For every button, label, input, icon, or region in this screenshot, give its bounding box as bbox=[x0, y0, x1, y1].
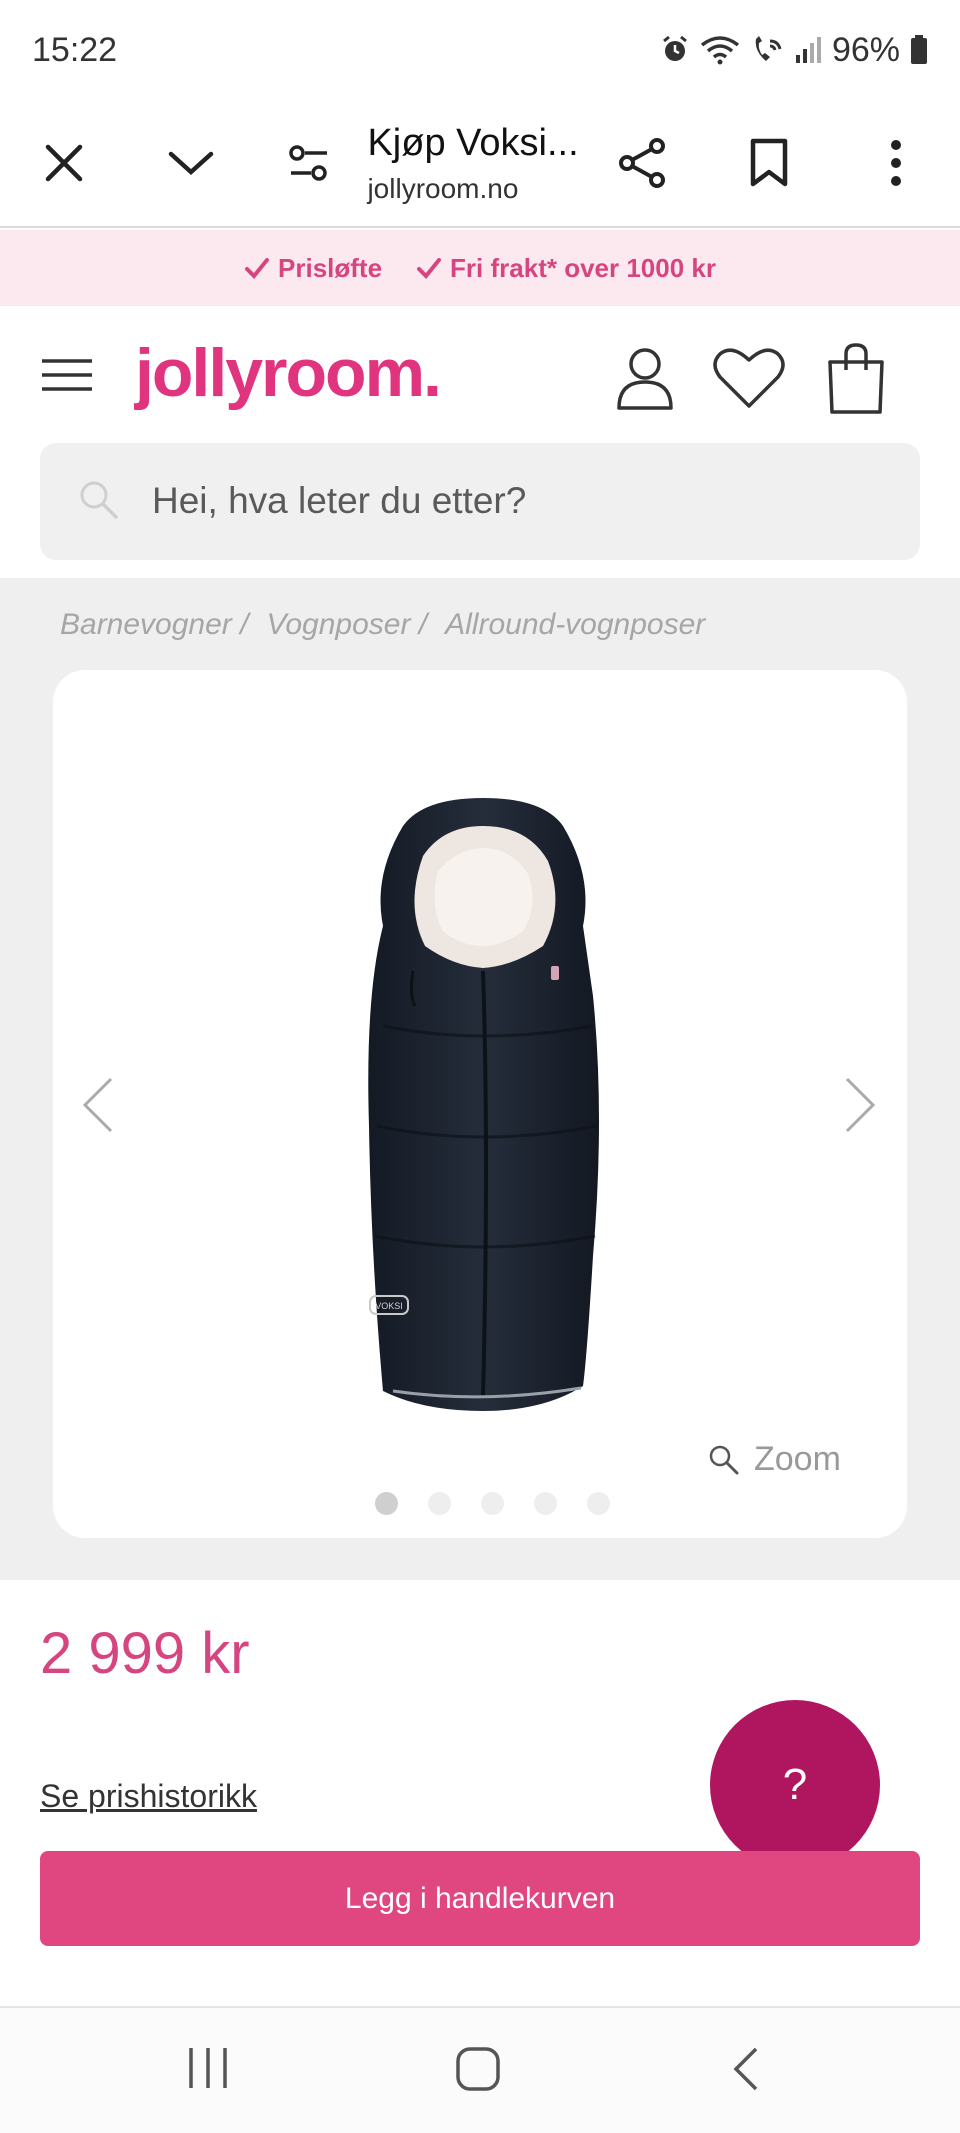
magnifier-icon bbox=[709, 1445, 739, 1474]
account-button[interactable] bbox=[615, 346, 675, 415]
url-display[interactable]: Kjøp Voksi... jollyroom.no bbox=[363, 122, 578, 205]
close-tab-button[interactable] bbox=[0, 99, 127, 227]
alarm-icon bbox=[660, 35, 690, 65]
more-vertical-icon bbox=[891, 140, 902, 186]
promo-price-promise: Prisløfte bbox=[278, 252, 383, 283]
recent-apps-icon bbox=[189, 2048, 227, 2088]
share-button[interactable] bbox=[579, 99, 706, 227]
system-navigation-bar bbox=[0, 2006, 960, 2133]
site-header: jollyroom. bbox=[0, 306, 960, 442]
next-image-button[interactable] bbox=[843, 1075, 879, 1140]
search-input[interactable] bbox=[152, 473, 852, 529]
search-icon bbox=[80, 481, 118, 519]
price-history-link[interactable]: Se prishistorikk bbox=[40, 1778, 257, 1815]
product-image[interactable]: VOKSI bbox=[343, 796, 623, 1416]
minimize-button[interactable] bbox=[127, 99, 254, 227]
previous-image-button[interactable] bbox=[79, 1075, 115, 1140]
status-time: 15:22 bbox=[32, 30, 118, 69]
check-icon bbox=[245, 258, 270, 279]
home-button[interactable] bbox=[455, 2046, 501, 2097]
breadcrumb-link[interactable]: Vognposer / bbox=[266, 608, 427, 642]
promo-item: Fri frakt* over 1000 kr bbox=[416, 253, 716, 284]
breadcrumb-link[interactable]: Barnevogner / bbox=[60, 608, 248, 642]
home-icon bbox=[456, 2047, 500, 2091]
heart-icon bbox=[713, 348, 785, 408]
zoom-button[interactable]: Zoom bbox=[708, 1440, 841, 1479]
page-domain: jollyroom.no bbox=[367, 172, 519, 204]
check-icon bbox=[417, 258, 442, 279]
pagination-dot[interactable] bbox=[534, 1492, 557, 1515]
chevron-right-icon bbox=[845, 1077, 876, 1133]
add-to-cart-button[interactable]: Legg i handlekurven bbox=[40, 1851, 920, 1946]
user-icon bbox=[617, 348, 673, 410]
search-bar bbox=[40, 443, 920, 560]
image-gallery: VOKSI Zoom bbox=[53, 670, 907, 1538]
promo-bar: Prisløfte Fri frakt* over 1000 kr bbox=[0, 230, 960, 306]
site-logo[interactable]: jollyroom. bbox=[135, 334, 442, 412]
pagination-dot-active[interactable] bbox=[375, 1492, 398, 1515]
pagination-dot[interactable] bbox=[587, 1492, 610, 1515]
site-settings-button[interactable] bbox=[254, 99, 363, 227]
browser-toolbar: Kjøp Voksi... jollyroom.no bbox=[0, 100, 960, 228]
breadcrumb: Barnevogner / Vognposer / Allround-vognp… bbox=[60, 608, 705, 642]
status-icons: 96% bbox=[660, 31, 928, 70]
promo-free-shipping: Fri frakt* over 1000 kr bbox=[450, 252, 716, 283]
recent-apps-button[interactable] bbox=[185, 2046, 231, 2095]
cart-button[interactable] bbox=[826, 342, 886, 419]
wifi-icon bbox=[700, 35, 740, 65]
bookmark-button[interactable] bbox=[706, 99, 833, 227]
shopping-bag-icon bbox=[828, 343, 884, 414]
share-icon bbox=[619, 138, 666, 188]
zoom-label: Zoom bbox=[754, 1440, 841, 1478]
product-price: 2 999 kr bbox=[40, 1621, 250, 1686]
status-bar: 15:22 96% bbox=[0, 0, 960, 100]
promo-item: Prisløfte bbox=[244, 253, 382, 284]
bookmark-icon bbox=[751, 138, 788, 187]
help-chat-button[interactable]: ? bbox=[710, 1700, 880, 1870]
tune-icon bbox=[289, 145, 327, 181]
signal-icon bbox=[794, 35, 822, 65]
gallery-pagination bbox=[375, 1492, 610, 1515]
pagination-dot[interactable] bbox=[428, 1492, 451, 1515]
page-title: Kjøp Voksi... bbox=[367, 121, 579, 164]
pagination-dot[interactable] bbox=[481, 1492, 504, 1515]
chevron-left-icon bbox=[82, 1077, 113, 1133]
chevron-down-icon bbox=[168, 151, 213, 176]
battery-icon bbox=[910, 35, 928, 65]
close-icon bbox=[45, 144, 82, 182]
hamburger-icon bbox=[42, 359, 92, 391]
battery-percent: 96% bbox=[831, 30, 900, 69]
breadcrumb-link[interactable]: Allround-vognposer bbox=[445, 608, 705, 642]
back-button[interactable] bbox=[730, 2046, 760, 2097]
menu-button[interactable] bbox=[40, 358, 94, 397]
wifi-calling-icon bbox=[750, 35, 784, 65]
voksi-label: VOKSI bbox=[375, 1301, 403, 1311]
wishlist-button[interactable] bbox=[712, 346, 786, 415]
back-icon bbox=[733, 2047, 758, 2091]
more-options-button[interactable] bbox=[833, 99, 960, 227]
